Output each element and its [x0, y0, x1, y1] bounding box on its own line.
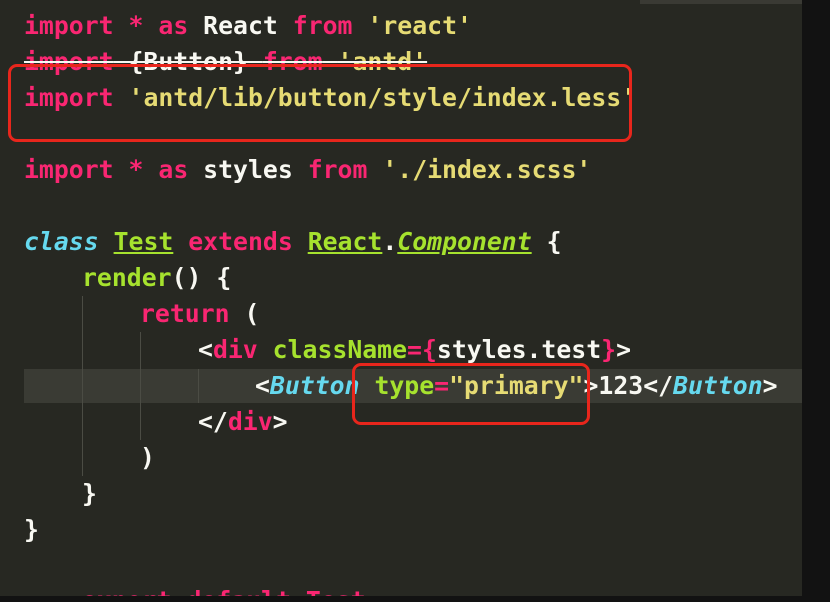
indent-guide [198, 369, 199, 403]
punctuation: } [24, 515, 39, 544]
punctuation: </ [643, 371, 674, 400]
jsx-text: 123 [598, 371, 644, 400]
jsx-attribute: className [272, 335, 408, 364]
code-line-5: class Test extends React.Component { [24, 225, 562, 259]
code-editor[interactable]: import * as React from 'react' import { B… [0, 0, 802, 596]
code-line-8: <div className={styles.test}> [198, 333, 631, 367]
code-line-6: render() { [82, 261, 231, 295]
annotation-box-style-import [8, 64, 632, 142]
identifier: styles.test [436, 335, 602, 364]
punctuation: } [82, 479, 97, 508]
punctuation: () { [171, 263, 232, 292]
keyword-as: as [158, 155, 189, 184]
punctuation: ( [229, 299, 260, 328]
identifier: styles [188, 155, 308, 184]
punctuation: . [382, 227, 398, 256]
jsx-component: Button [269, 371, 360, 400]
code-line-7: return ( [140, 297, 259, 331]
class-name: Test [113, 227, 174, 256]
annotation-box-type-attribute [352, 363, 590, 425]
code-line-10: </div> [198, 405, 288, 439]
inherited-namespace: React [307, 227, 383, 256]
inherited-class: Component [397, 227, 532, 256]
keyword-import: import [24, 155, 114, 184]
code-line-11: ) [140, 441, 155, 475]
keyword-export: export default Test [82, 586, 366, 596]
keyword-from: from [307, 155, 368, 184]
punctuation: } [601, 335, 617, 364]
indent-guide [140, 332, 141, 440]
code-line-13: } [24, 513, 39, 547]
jsx-component: Button [673, 371, 763, 400]
editor-top-edge [640, 0, 802, 4]
string-literal: 'react' [367, 11, 472, 40]
punctuation: { [531, 227, 562, 256]
keyword-return: return [140, 299, 230, 328]
keyword-import: import [24, 11, 114, 40]
punctuation: </ [198, 407, 228, 436]
jsx-tag: div [212, 335, 258, 364]
method-name: render [82, 263, 172, 292]
window-border-right [802, 0, 830, 602]
operator: * [128, 11, 144, 40]
code-line-4: import * as styles from './index.scss' [24, 153, 591, 187]
code-line-14: export default Test [82, 584, 366, 596]
jsx-tag: div [227, 407, 273, 436]
punctuation: > [616, 335, 632, 364]
identifier: React [188, 11, 293, 40]
string-literal: './index.scss' [382, 155, 592, 184]
punctuation: { [421, 335, 437, 364]
code-line-1: import * as React from 'react' [24, 9, 472, 43]
punctuation: > [272, 407, 288, 436]
punctuation: < [198, 335, 213, 364]
window-border-bottom [0, 596, 830, 602]
operator: * [128, 155, 144, 184]
indent-guide [82, 296, 83, 476]
punctuation: < [255, 371, 270, 400]
punctuation: ) [140, 443, 155, 472]
punctuation: > [762, 371, 778, 400]
keyword-as: as [158, 11, 189, 40]
keyword-from: from [292, 11, 353, 40]
code-line-12: } [82, 477, 97, 511]
keyword-class: class [24, 227, 99, 256]
keyword-extends: extends [188, 227, 293, 256]
operator: = [407, 335, 422, 364]
